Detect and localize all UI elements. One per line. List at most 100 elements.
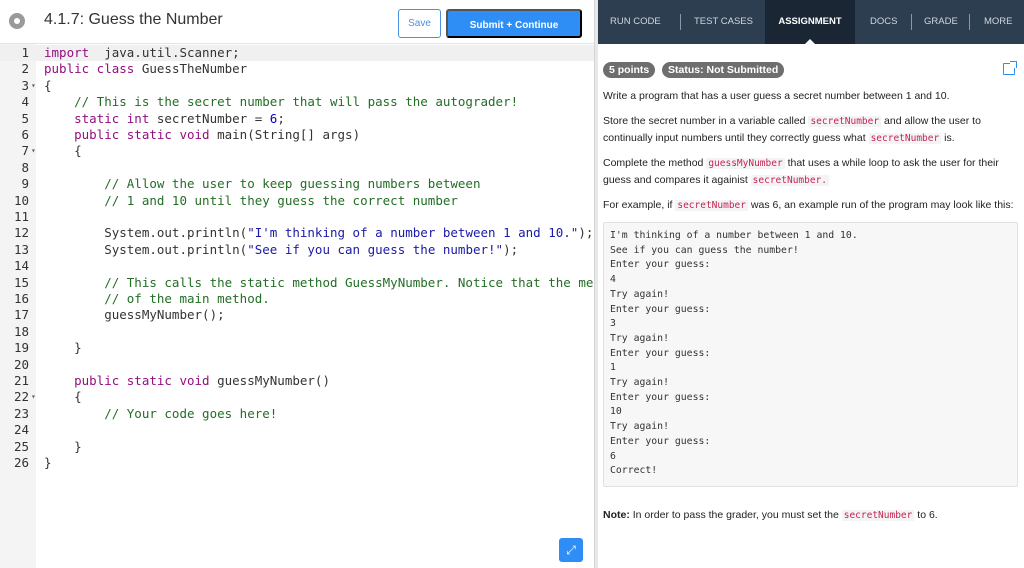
code-line[interactable]: 22 ▾ { [0,389,594,405]
code-token: } [44,438,82,454]
code-text: public static void guessMyNumber() [44,373,330,389]
text: was 6, an example run of the program may… [748,199,1014,211]
status-badge: Status: Not Submitted [662,62,785,78]
code-token: // of the main method. [44,291,270,306]
line-number: 22 [13,389,29,405]
line-number: 7 [21,143,29,159]
fold-toggle-icon[interactable]: ▾ [31,143,36,159]
inline-code: secretNumber [808,116,882,127]
code-text: { [44,389,82,405]
code-line[interactable]: 4 // This is the secret number that will… [0,94,594,110]
expand-arrows-icon[interactable]: ⤢ [559,538,583,562]
code-line[interactable]: 8 [0,160,594,176]
tab-docs[interactable]: DOCS [870,0,897,44]
tab-assignment[interactable]: ASSIGNMENT [765,0,855,44]
instructions-pane: RUN CODE TEST CASES ASSIGNMENT DOCS GRAD… [598,0,1024,568]
code-token: ; [277,110,285,126]
tab-run-code[interactable]: RUN CODE [610,0,661,44]
code-line[interactable]: 3 ▾ { [0,78,594,94]
tab-separator [911,14,912,30]
tab-more[interactable]: MORE [984,0,1013,44]
line-number: 18 [13,323,29,339]
inline-code: secretNumber. [750,175,830,186]
code-line[interactable]: 20 [0,357,594,373]
fold-toggle-icon[interactable]: ▾ [31,78,36,94]
code-token: java.util.Scanner; [89,45,240,60]
code-line[interactable]: 18 [0,324,594,340]
tab-separator [969,14,970,30]
code-text: // This is the secret number that will p… [44,94,518,110]
code-editor[interactable]: 1 import java.util.Scanner; 2 public class … [0,44,594,568]
code-line[interactable]: 15 // This calls the static method Guess… [0,275,594,291]
tab-test-cases[interactable]: TEST CASES [694,0,753,44]
code-token: // This calls the static method GuessMyN… [44,274,594,290]
line-number: 2 [21,61,29,77]
code-text: // Your code goes here! [44,406,277,422]
line-number: 25 [13,438,29,454]
line-number: 5 [21,110,29,126]
inline-code: guessMyNumber [706,158,785,169]
line-number: 16 [13,291,29,306]
code-text: static int secretNumber = 6; [44,111,285,127]
note-label: Note: [603,509,630,521]
line-number: 17 [13,307,29,323]
code-token: guessMyNumber() [209,373,330,388]
code-token: } [44,455,52,470]
code-line[interactable]: 23 // Your code goes here! [0,406,594,422]
code-line[interactable]: 7 ▾ { [0,143,594,159]
code-token: public static void [44,127,210,142]
code-text: { [44,143,82,159]
external-link-icon[interactable] [1003,61,1017,75]
code-line[interactable]: 16 // of the main method. [0,291,594,307]
code-line[interactable]: 21 public static void guessMyNumber() [0,373,594,389]
code-text: } [44,439,82,455]
code-line[interactable]: 24 [0,422,594,438]
submit-continue-button[interactable]: Submit + Continue [446,9,582,38]
code-line[interactable]: 14 [0,258,594,274]
line-number: 8 [21,159,29,175]
text: Store the secret number in a variable ca… [603,115,809,127]
code-line[interactable]: 9 // Allow the user to keep guessing num… [0,176,594,192]
code-line[interactable]: 11 [0,209,594,225]
line-number: 4 [21,94,29,110]
code-token: { [44,77,52,93]
code-line[interactable]: 13 System.out.println("See if you can gu… [0,242,594,258]
code-line[interactable]: 1 import java.util.Scanner; [0,45,594,62]
code-line[interactable]: 25 } [0,439,594,455]
line-number: 3 [21,77,29,93]
code-token: guessMyNumber(); [44,307,225,323]
editor-header: 4.1.7: Guess the Number Save Submit + Co… [0,0,594,44]
fold-toggle-icon[interactable]: ▾ [31,389,36,405]
instruction-paragraph: For example, if secretNumber was 6, an e… [603,197,1018,214]
code-line[interactable]: 17 guessMyNumber(); [0,307,594,323]
text: In order to pass the grader, you must se… [629,509,842,521]
editor-pane: 4.1.7: Guess the Number Save Submit + Co… [0,0,594,568]
code-token: "I'm thinking of a number between 1 and … [247,225,579,241]
settings-gear-icon[interactable] [9,13,25,29]
code-line[interactable]: 2 public class GuessTheNumber [0,61,594,77]
code-line[interactable]: 26} [0,455,594,471]
code-text: // of the main method. [44,291,270,307]
line-number: 15 [13,274,29,290]
code-token: GuessTheNumber [134,61,248,77]
points-badge: 5 points [603,62,656,78]
code-line[interactable]: 6 public static void main(String[] args) [0,127,594,143]
code-token: main(String[] args) [209,127,361,142]
code-token: System.out.println( [44,241,248,257]
code-token: System.out.println( [44,225,248,241]
save-button[interactable]: Save [398,9,441,38]
line-number: 6 [21,127,29,142]
code-line[interactable]: 10 // 1 and 10 until they guess the corr… [0,193,594,209]
code-token: public static void [44,373,210,388]
app-window: 4.1.7: Guess the Number Save Submit + Co… [0,0,1024,568]
code-line[interactable]: 19 } [0,340,594,356]
code-token: } [44,340,82,356]
code-line[interactable]: 12 System.out.println("I'm thinking of a… [0,225,594,241]
page-title: 4.1.7: Guess the Number [44,11,223,28]
tab-grade[interactable]: GRADE [924,0,958,44]
line-number: 21 [13,373,29,388]
code-token: // Your code goes here! [44,405,278,421]
line-number: 1 [21,45,29,60]
code-text: System.out.println("I'm thinking of a nu… [44,225,593,241]
code-line[interactable]: 5 static int secretNumber = 6; [0,111,594,127]
